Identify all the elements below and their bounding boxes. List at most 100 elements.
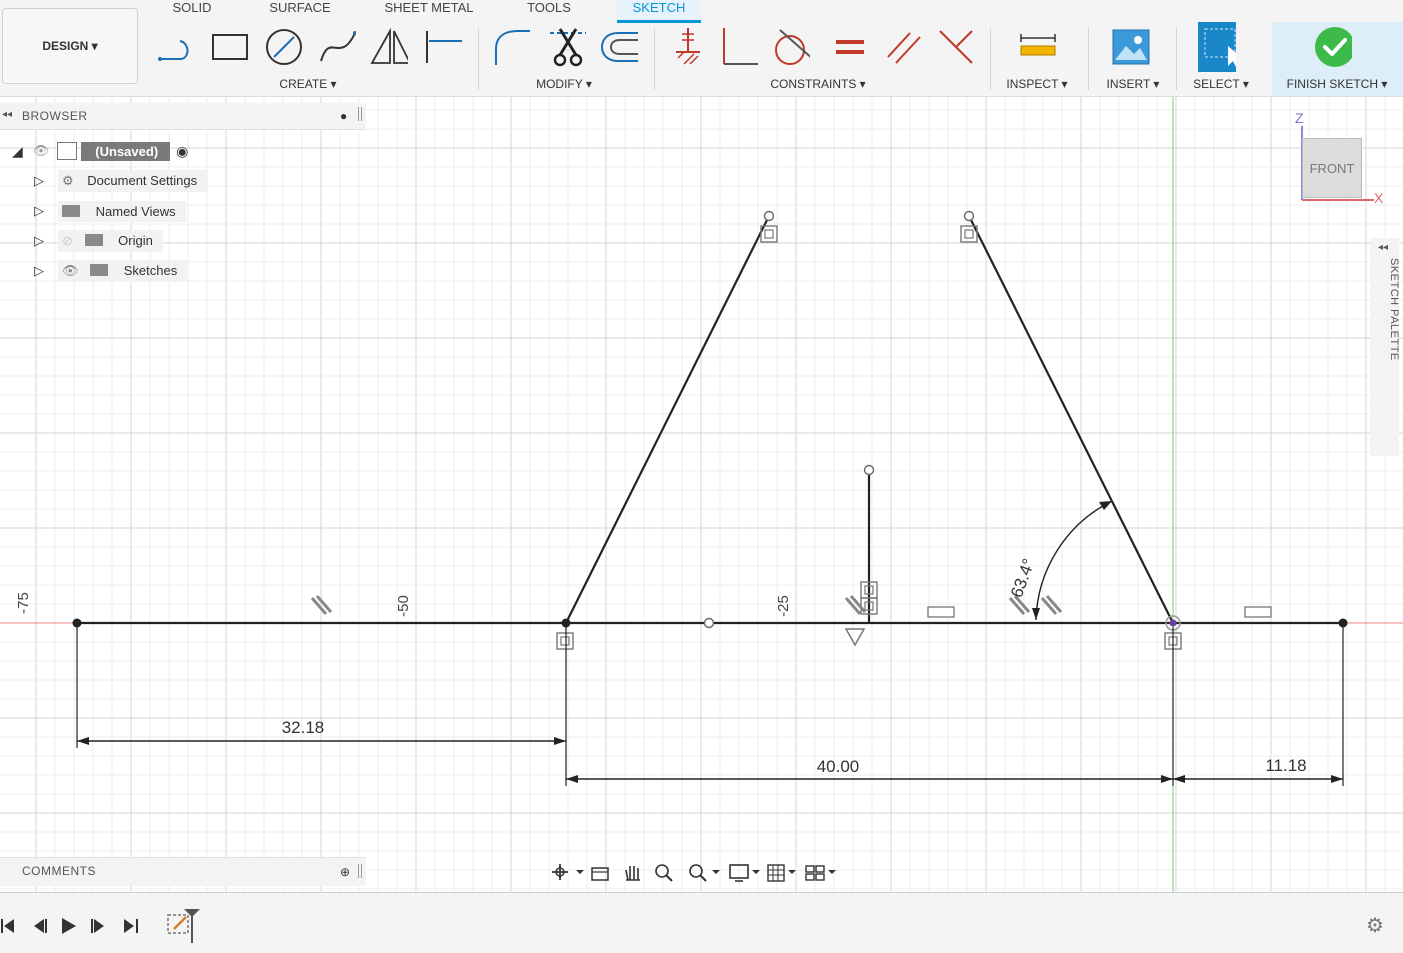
- insert-menu[interactable]: INSERT ▾: [1098, 77, 1168, 91]
- parallel-constraint-icon[interactable]: [884, 26, 922, 68]
- select-menu[interactable]: SELECT ▾: [1186, 77, 1256, 91]
- timeline-sketch-feature-icon[interactable]: [167, 914, 189, 934]
- symmetry-constraint-icon[interactable]: [844, 628, 866, 647]
- dimension-tool-icon[interactable]: [424, 26, 462, 68]
- horizontal-constraint-icon[interactable]: [927, 606, 955, 618]
- dimension-right-length[interactable]: 11.18: [1265, 756, 1306, 775]
- create-menu[interactable]: CREATE ▾: [268, 77, 348, 91]
- timeline-settings-gear-icon[interactable]: ⚙: [1366, 913, 1384, 938]
- select-window-icon[interactable]: [1198, 22, 1236, 72]
- expand-triangle-icon[interactable]: ▷: [34, 263, 44, 279]
- zoom-icon[interactable]: [655, 864, 673, 882]
- sketch-point[interactable]: [703, 617, 715, 629]
- hidden-eye-icon[interactable]: ⊘: [62, 233, 73, 248]
- tree-root[interactable]: ◢ 👁 (Unsaved) ◉: [12, 139, 188, 163]
- look-at-icon[interactable]: [591, 867, 609, 881]
- orbit-icon[interactable]: [552, 864, 584, 880]
- sketch-endpoint[interactable]: [72, 618, 82, 628]
- sketch-right-leg-line[interactable]: [968, 215, 1174, 624]
- axis-tick-label: -25: [775, 595, 792, 617]
- tree-item-named-views[interactable]: ▷ Named Views: [34, 199, 186, 223]
- fit-zoom-icon[interactable]: [689, 864, 720, 882]
- inspect-menu[interactable]: INSPECT ▾: [1002, 77, 1072, 91]
- sketch-point[interactable]: [763, 210, 775, 222]
- browser-pin-icon[interactable]: ●: [340, 109, 347, 123]
- go-to-end-icon[interactable]: [124, 919, 138, 933]
- workspace-switcher[interactable]: DESIGN ▾: [2, 8, 138, 84]
- tab-sheet-metal[interactable]: SHEET METAL: [378, 0, 480, 20]
- visibility-eye-icon[interactable]: 👁: [62, 263, 79, 278]
- coincident-constraint-icon[interactable]: [556, 632, 574, 650]
- tangent-constraint-icon[interactable]: [772, 26, 810, 68]
- sketch-endpoint[interactable]: [1338, 618, 1348, 628]
- tree-item-sketches[interactable]: ▷ 👁 Sketches: [34, 259, 188, 283]
- tree-item-label: Origin: [118, 233, 153, 248]
- grid-settings-icon[interactable]: [767, 864, 796, 882]
- sketch-endpoint[interactable]: [561, 618, 571, 628]
- coincident-constraint-icon[interactable]: [936, 26, 974, 68]
- sketch-palette-label: SKETCH PALETTE: [1388, 258, 1400, 361]
- collapse-triangle-icon[interactable]: ◢: [12, 143, 23, 160]
- pan-hand-icon[interactable]: [625, 866, 640, 881]
- timeline-marker[interactable]: [184, 909, 200, 943]
- go-to-start-icon[interactable]: [1, 919, 14, 933]
- step-forward-icon[interactable]: [91, 919, 104, 933]
- viewcube[interactable]: FRONT Z X: [1294, 110, 1390, 210]
- finish-sketch-button[interactable]: FINISH SKETCH ▾: [1274, 77, 1400, 91]
- fillet-tool-icon[interactable]: [492, 26, 530, 68]
- equal-constraint-icon[interactable]: [830, 26, 868, 68]
- add-comment-icon[interactable]: ⊕: [340, 865, 350, 879]
- display-settings-icon[interactable]: [729, 864, 760, 882]
- sketch-canvas-svg[interactable]: -75 -50 -25 32.18 40.00 11.18 63.4°: [0, 97, 1403, 892]
- visibility-eye-icon[interactable]: 👁: [33, 143, 50, 159]
- viewports-icon[interactable]: [805, 865, 836, 881]
- trim-tool-icon[interactable]: [548, 26, 586, 68]
- activate-radio-icon[interactable]: ◉: [176, 143, 188, 160]
- constraints-menu[interactable]: CONSTRAINTS ▾: [760, 77, 876, 91]
- origin-point[interactable]: [1169, 619, 1177, 627]
- play-icon[interactable]: [62, 918, 76, 934]
- panel-resize-handle[interactable]: [358, 107, 362, 121]
- comments-panel: COMMENTS ⊕: [0, 857, 366, 886]
- workspace-label: DESIGN ▾: [42, 39, 98, 53]
- finish-sketch-check-icon[interactable]: [1314, 26, 1352, 68]
- perpendicular-constraint-icon[interactable]: [720, 26, 758, 68]
- dimension-base-length[interactable]: 40.00: [817, 757, 860, 776]
- dimension-left-length[interactable]: 32.18: [282, 718, 325, 737]
- mirror-tool-icon[interactable]: [370, 26, 408, 68]
- tree-item-origin[interactable]: ▷ ⊘ Origin: [34, 229, 163, 253]
- measure-icon[interactable]: [1018, 26, 1056, 68]
- sketch-point[interactable]: [863, 464, 875, 476]
- step-back-icon[interactable]: [34, 919, 47, 933]
- line-tool-icon[interactable]: [156, 26, 194, 68]
- offset-tool-icon[interactable]: [600, 26, 638, 68]
- tab-tools[interactable]: TOOLS: [518, 0, 580, 20]
- document-name[interactable]: (Unsaved): [81, 141, 171, 161]
- circle-tool-icon[interactable]: [264, 26, 302, 68]
- panel-resize-handle[interactable]: [358, 864, 362, 878]
- axis-z-label: Z: [1295, 110, 1304, 126]
- expand-triangle-icon[interactable]: ▷: [34, 203, 44, 219]
- collapse-panel-icon[interactable]: ◂◂: [2, 109, 12, 120]
- modify-menu[interactable]: MODIFY ▾: [524, 77, 604, 91]
- viewcube-front-face[interactable]: FRONT: [1302, 138, 1362, 198]
- expand-triangle-icon[interactable]: ▷: [34, 173, 44, 189]
- axis-tick-label: -50: [395, 595, 412, 617]
- expand-triangle-icon[interactable]: ▷: [34, 233, 44, 249]
- toolbar: DESIGN ▾ SOLID SURFACE SHEET METAL TOOLS…: [0, 0, 1403, 97]
- sketch-canvas[interactable]: -75 -50 -25 32.18 40.00 11.18 63.4°: [0, 97, 1403, 892]
- dimension-angle[interactable]: 63.4°: [1007, 556, 1038, 600]
- insert-image-icon[interactable]: [1112, 26, 1150, 68]
- fix-constraint-icon[interactable]: [668, 26, 706, 68]
- tab-surface[interactable]: SURFACE: [262, 0, 338, 20]
- spline-tool-icon[interactable]: [318, 26, 356, 68]
- sketch-point[interactable]: [963, 210, 975, 222]
- rectangle-tool-icon[interactable]: [210, 26, 248, 68]
- expand-palette-icon[interactable]: ◂◂: [1378, 242, 1388, 253]
- tab-solid[interactable]: SOLID: [160, 0, 224, 20]
- tree-item-document-settings[interactable]: ▷ ⚙ Document Settings: [34, 169, 208, 193]
- folder-icon: [90, 264, 109, 276]
- tab-sketch[interactable]: SKETCH: [617, 0, 701, 23]
- separator: [654, 28, 655, 90]
- horizontal-constraint-icon[interactable]: [1244, 606, 1272, 618]
